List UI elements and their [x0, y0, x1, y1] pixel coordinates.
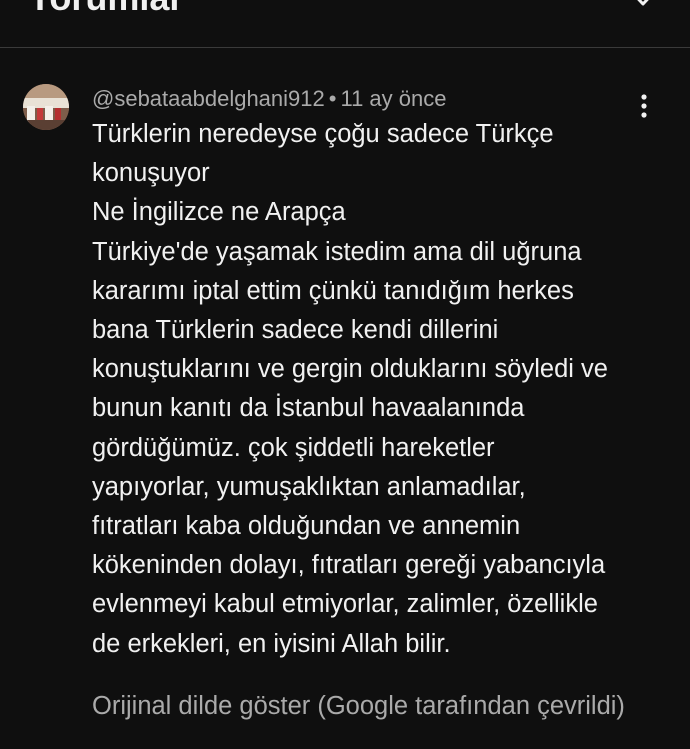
comment-line: evlenmeyi kabul etmiyorlar, zalimler, öz…: [92, 590, 598, 619]
comment-meta: @sebataabdelghani912 • 11 ay önce: [92, 86, 446, 112]
avatar[interactable]: [23, 84, 69, 130]
avatar-image: [23, 84, 69, 130]
panel-title: Yorumlar: [28, 0, 183, 18]
comment-line: kökeninden dolayı, fıtratları gereği yab…: [92, 551, 606, 580]
comment-line: kararımı iptal ettim çünkü tanıdığım her…: [92, 276, 574, 305]
comment-line: bunun kanıtı da İstanbul havaalanında: [92, 394, 525, 423]
comment-line: konuşuyor: [92, 159, 210, 188]
comment-line: yapıyorlar, yumuşaklıktan anlamadılar,: [92, 472, 526, 501]
show-original-link[interactable]: Orijinal dilde göster (Google tarafından…: [92, 688, 625, 724]
comment-time: 11 ay önce: [340, 86, 447, 111]
meta-separator: •: [328, 86, 337, 111]
comment-line: Türkiye'de yaşamak istedim ama dil uğrun…: [92, 237, 582, 266]
comment-author[interactable]: @sebataabdelghani912: [92, 86, 325, 111]
comment-line: de erkekleri, en iyisini Allah bilir.: [92, 629, 451, 658]
comment-line: Ne İngilizce ne Arapça: [92, 198, 346, 227]
comments-header: Yorumlar: [0, 0, 690, 48]
comment-line: Türklerin neredeyse çoğu sadece Türkçe: [92, 120, 554, 148]
close-icon: [637, 0, 649, 6]
comment-line: konuştuklarını ve gergin olduklarını söy…: [92, 355, 608, 384]
comment-line: fıtratları kaba olduğundan ve annemin: [92, 512, 521, 541]
comment-line: bana Türklerin sadece kendi dillerini: [92, 316, 499, 345]
close-button[interactable]: [620, 0, 666, 28]
comment-text: Türklerin neredeyse çoğu sadece Türkçe k…: [92, 115, 672, 664]
comment-line: gördüğümüz. çok şiddetli hareketler: [92, 433, 495, 462]
comment-item: @sebataabdelghani912 • 11 ay önce Türkleri…: [0, 48, 690, 749]
